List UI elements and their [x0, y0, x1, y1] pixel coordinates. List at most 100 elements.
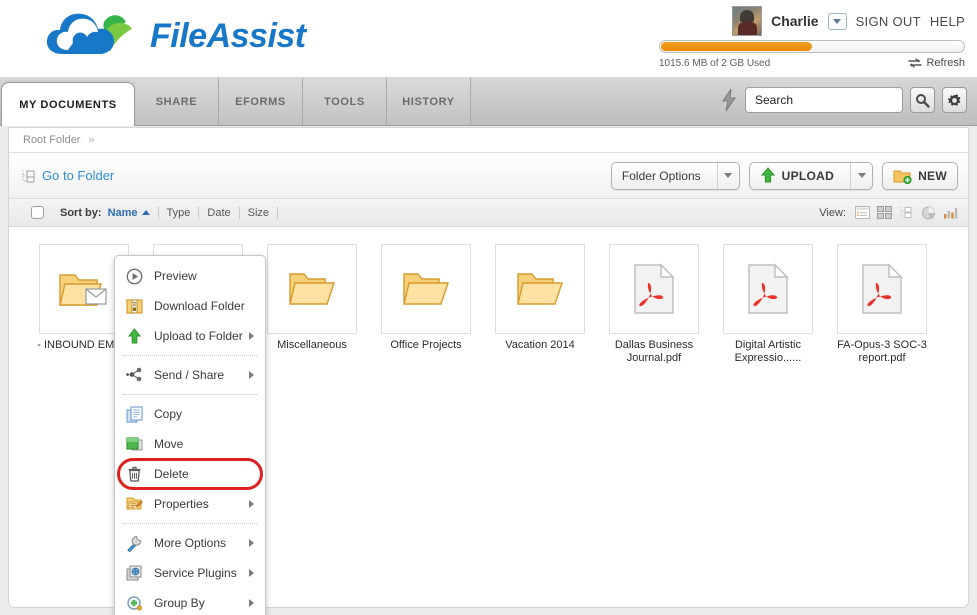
file-name-label: Digital Artistic Expressio......	[734, 339, 802, 364]
tab-my-documents[interactable]: MY DOCUMENTS	[1, 82, 135, 126]
context-menu-item[interactable]: More Options	[115, 528, 265, 558]
context-menu-item-label: Copy	[154, 407, 183, 421]
context-menu-item-label: Delete	[154, 467, 189, 481]
refresh-button[interactable]: Refresh	[908, 57, 965, 69]
context-menu-item[interactable]: Delete	[115, 458, 265, 490]
brand-logo[interactable]: FileAssist	[44, 8, 306, 64]
download-zip-icon	[125, 297, 143, 315]
pdf-file-icon	[748, 263, 789, 314]
breadcrumb-root[interactable]: Root Folder	[23, 134, 80, 146]
chevron-down-icon	[833, 18, 842, 24]
new-label: NEW	[918, 168, 947, 183]
tab-label: SHARE	[155, 95, 198, 108]
sort-option-size[interactable]: Size	[240, 206, 279, 219]
group-by-icon	[125, 594, 143, 612]
sign-out-link[interactable]: SIGN OUT	[856, 14, 921, 29]
gear-icon	[947, 93, 961, 106]
sort-option-label: Date	[207, 206, 231, 219]
avatar[interactable]	[732, 6, 763, 36]
upload-button[interactable]: UPLOAD	[748, 161, 874, 190]
search-box[interactable]	[745, 87, 920, 113]
refresh-label: Refresh	[926, 57, 965, 69]
grid-view-icon[interactable]	[877, 206, 892, 219]
tab-tools[interactable]: TOOLS	[303, 78, 387, 125]
sort-option-type[interactable]: Type	[159, 206, 200, 219]
file-item[interactable]: Office Projects	[369, 244, 483, 365]
sort-ascending-icon	[141, 210, 150, 215]
sort-options: Name Type Date Size	[108, 206, 279, 219]
search-button[interactable]	[910, 87, 935, 113]
file-item[interactable]: Digital Artistic Expressio......	[711, 244, 825, 365]
folder-mail-icon	[59, 274, 107, 306]
trash-icon	[125, 465, 143, 483]
context-menu: Preview Download Folder Upload to Folder Se…	[114, 255, 266, 615]
cloud-leaf-logo-icon	[46, 13, 132, 54]
account-menu-button[interactable]	[827, 12, 847, 30]
file-thumbnail[interactable]	[723, 244, 813, 334]
context-menu-item[interactable]: Group By	[115, 588, 265, 615]
search-zone	[720, 87, 967, 113]
context-menu-item[interactable]: Download Folder	[115, 291, 265, 321]
folder-options-dropdown[interactable]	[716, 162, 739, 189]
file-thumbnail[interactable]	[495, 244, 585, 334]
breadcrumb-chevron-icon: »	[88, 134, 95, 146]
sort-option-date[interactable]: Date	[199, 206, 240, 219]
file-item[interactable]: Miscellaneous	[255, 244, 369, 365]
new-button[interactable]: NEW	[882, 161, 958, 190]
new-folder-icon	[893, 170, 912, 184]
search-input[interactable]	[755, 93, 910, 107]
select-all-checkbox[interactable]	[31, 206, 44, 219]
sort-option-name[interactable]: Name	[108, 206, 159, 219]
copy-icon	[125, 405, 143, 423]
share-nodes-icon	[125, 366, 143, 384]
file-item[interactable]: Dallas Business Journal.pdf	[597, 244, 711, 365]
upload-label: UPLOAD	[781, 168, 835, 183]
context-menu-item-label: Properties	[154, 497, 209, 511]
file-thumbnail[interactable]	[381, 244, 471, 334]
context-menu-item[interactable]: Preview	[115, 261, 265, 291]
folder-icon	[517, 273, 563, 305]
tab-label: EFORMS	[235, 95, 286, 108]
context-menu-item[interactable]: Service Plugins	[115, 558, 265, 588]
folder-options-button[interactable]: Folder Options	[610, 161, 740, 190]
go-to-folder-label: Go to Folder	[42, 168, 115, 183]
context-menu-item[interactable]: Send / Share	[115, 360, 265, 390]
go-to-folder-button[interactable]: Go to Folder	[21, 168, 114, 184]
quota-usage-text: 1015.6 MB of 2 GB Used	[659, 57, 771, 69]
pdf-file-icon	[634, 263, 675, 314]
pie-chart-view-icon[interactable]	[921, 206, 936, 220]
storage-quota: 1015.6 MB of 2 GB Used Refresh	[659, 40, 965, 69]
main-tabbar: MY DOCUMENTS SHARE EFORMS TOOLS HISTORY	[0, 78, 977, 126]
search-settings-button[interactable]	[942, 87, 967, 113]
tab-history[interactable]: HISTORY	[387, 78, 471, 125]
context-menu-item-label: Upload to Folder	[154, 329, 243, 343]
context-menu-item[interactable]: Upload to Folder	[115, 321, 265, 351]
lightning-bolt-icon[interactable]	[720, 88, 738, 112]
breadcrumb: Root Folder »	[9, 128, 968, 153]
account-bar: Charlie SIGN OUT HELP	[732, 6, 965, 36]
menu-separator	[123, 355, 257, 356]
file-item[interactable]: Vacation 2014	[483, 244, 597, 365]
chevron-down-icon	[857, 173, 866, 178]
tab-label: TOOLS	[324, 95, 365, 108]
bar-chart-view-icon[interactable]	[943, 206, 958, 219]
plugins-icon	[125, 564, 143, 582]
context-menu-item[interactable]: Properties	[115, 489, 265, 519]
view-label: View:	[819, 206, 846, 219]
context-menu-item[interactable]: Copy	[115, 399, 265, 429]
upload-dropdown[interactable]	[850, 162, 872, 189]
tree-view-icon[interactable]	[899, 206, 914, 219]
help-link[interactable]: HELP	[930, 14, 965, 29]
file-thumbnail[interactable]	[837, 244, 927, 334]
list-view-icon[interactable]	[855, 206, 870, 219]
file-item[interactable]: FA-Opus-3 SOC-3 report.pdf	[825, 244, 939, 365]
tab-share[interactable]: SHARE	[135, 78, 219, 125]
context-menu-item-label: More Options	[154, 536, 227, 550]
tab-eforms[interactable]: EFORMS	[219, 78, 303, 125]
file-thumbnail[interactable]	[267, 244, 357, 334]
context-menu-item[interactable]: Move	[115, 429, 265, 459]
context-menu-item-label: Send / Share	[154, 368, 225, 382]
tab-label: HISTORY	[402, 95, 455, 108]
file-thumbnail[interactable]	[609, 244, 699, 334]
magnifier-icon	[916, 93, 930, 108]
